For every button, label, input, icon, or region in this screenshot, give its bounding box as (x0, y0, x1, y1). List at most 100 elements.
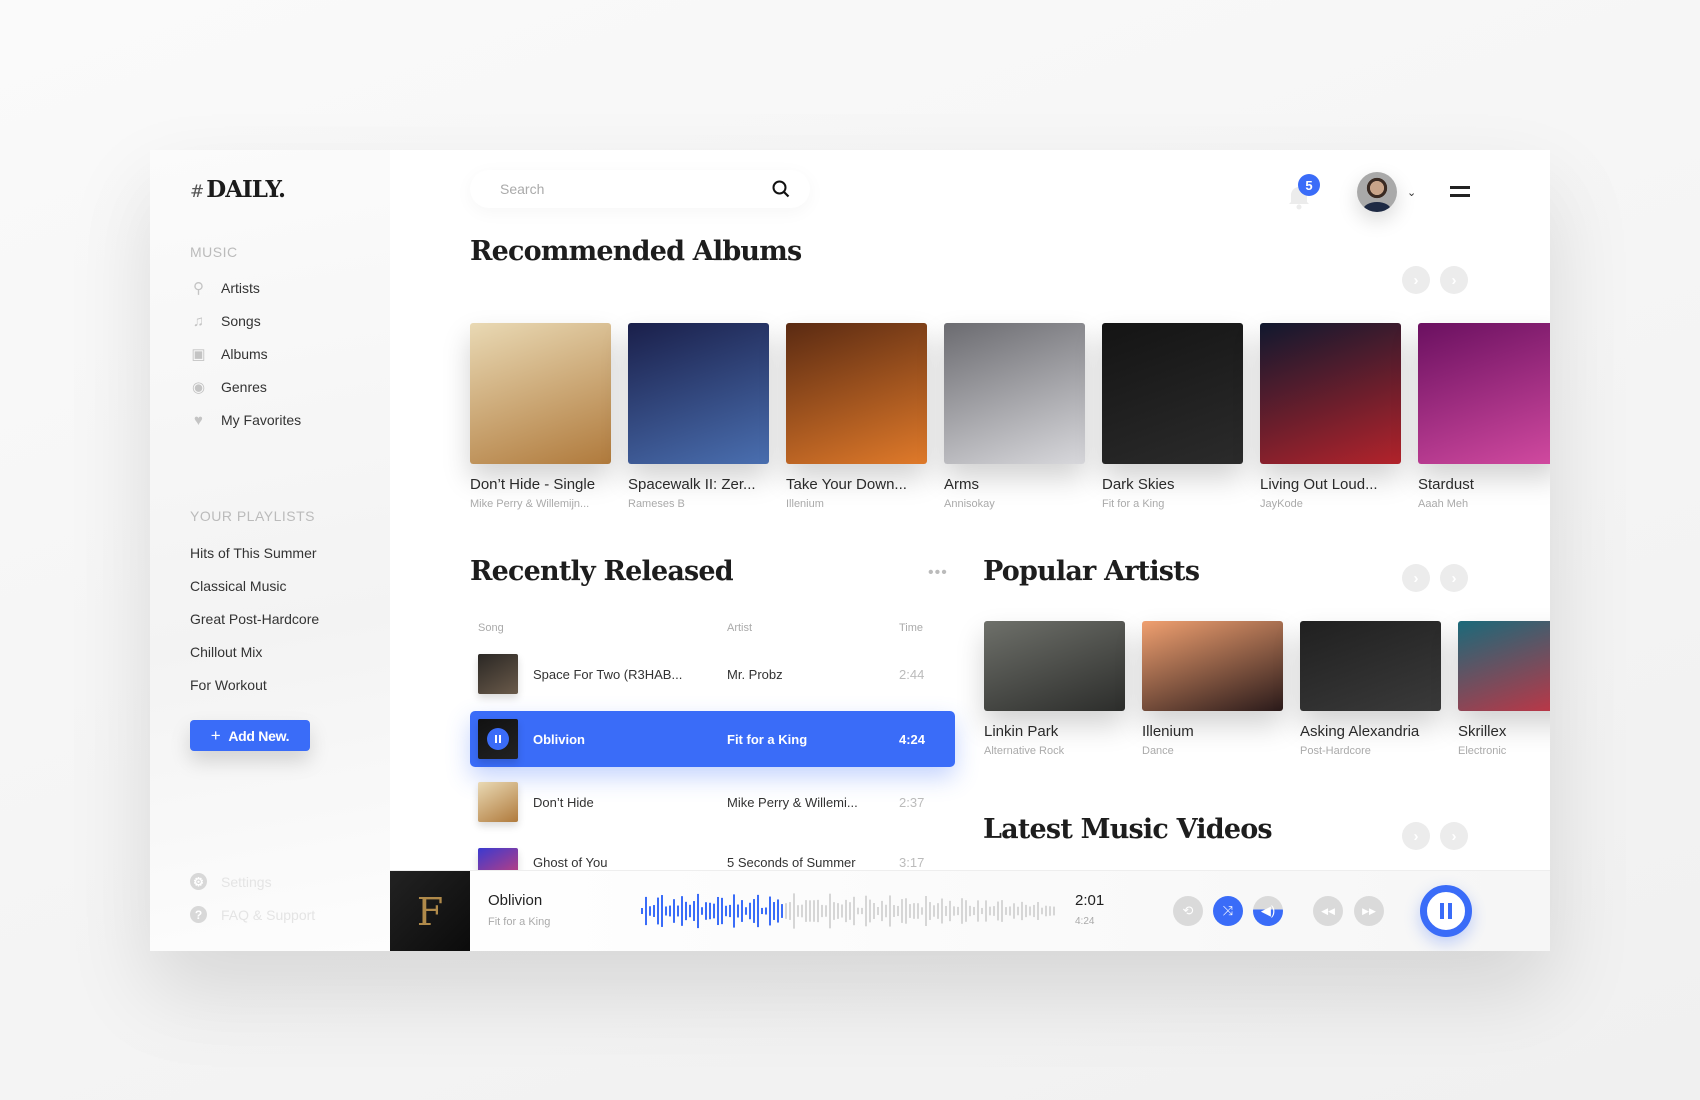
waveform-bar (829, 893, 831, 929)
playlist-item[interactable]: Classical Music (190, 578, 286, 594)
song-row[interactable]: Ghost of You 5 Seconds of Summer 3:17 (470, 836, 955, 870)
waveform-bar (1013, 903, 1015, 919)
playlist-item[interactable]: For Workout (190, 677, 267, 693)
notifications-button[interactable]: 5 (1287, 174, 1320, 210)
waveform-bar (981, 907, 983, 915)
microphone-icon: ⚲ (193, 280, 204, 297)
album-artist: Rameses B (628, 498, 685, 510)
sidebar-item-genres[interactable]: ◉ Genres (190, 377, 267, 397)
settings-link[interactable]: ⚙ Settings (190, 873, 272, 890)
column-header-song[interactable]: Song (478, 622, 504, 634)
album-card[interactable]: Don’t Hide - Single Mike Perry & Willemij… (470, 323, 611, 510)
waveform-bar (781, 904, 783, 918)
fast-forward-icon: ▶▶ (1362, 905, 1376, 916)
user-menu[interactable]: ⌄ (1357, 172, 1427, 212)
next-arrow-button[interactable]: › (1440, 564, 1468, 592)
waveform-bar (973, 906, 975, 916)
album-title: Spacewalk II: Zer... (628, 476, 756, 493)
playlist-item[interactable]: Great Post-Hardcore (190, 611, 319, 627)
waveform-bar (821, 904, 823, 918)
column-header-time[interactable]: Time (899, 622, 923, 634)
waveform-bar (985, 900, 987, 922)
artist-card[interactable]: Linkin Park Alternative Rock (984, 621, 1125, 757)
artist-card[interactable]: Skrillex Electronic (1458, 621, 1550, 757)
playlist-item[interactable]: Chillout Mix (190, 644, 262, 660)
song-row[interactable]: Space For Two (R3HAB... Mr. Probz 2:44 (470, 646, 955, 702)
shuffle-icon: ⤨ (1222, 903, 1234, 918)
logo[interactable]: # DAILY. (190, 176, 286, 203)
waveform-bar (709, 902, 711, 920)
album-card[interactable]: Arms Annisokay (944, 323, 1085, 510)
waveform-seek-bar[interactable] (641, 889, 1055, 933)
search-icon[interactable] (772, 180, 790, 198)
waveform-bar (825, 905, 827, 917)
waveform-bar (933, 905, 935, 917)
waveform-bar (793, 893, 795, 929)
waveform-bar (649, 906, 651, 916)
song-row[interactable]: Oblivion Fit for a King 4:24 (470, 711, 955, 767)
playlist-item[interactable]: Hits of This Summer (190, 545, 317, 561)
artist-name: Skrillex (1458, 723, 1507, 740)
waveform-bar (785, 903, 787, 919)
avatar (1357, 172, 1397, 212)
album-card[interactable]: Stardust Aaah Meh (1418, 323, 1550, 510)
chevron-down-icon: ⌄ (1407, 186, 1417, 199)
search-input[interactable]: Search (470, 170, 810, 208)
waveform-bar (661, 895, 663, 927)
waveform-bar (721, 897, 723, 925)
volume-button[interactable]: ◀) (1253, 896, 1283, 926)
album-card[interactable]: Spacewalk II: Zer... Rameses B (628, 323, 769, 510)
song-row[interactable]: Don’t Hide Mike Perry & Willemi... 2:37 (470, 774, 955, 830)
album-title: Living Out Loud... (1260, 476, 1378, 493)
waveform-bar (965, 900, 967, 922)
waveform-bar (729, 904, 731, 918)
waveform-bar (701, 907, 703, 915)
sidebar-item-artists[interactable]: ⚲ Artists (190, 278, 260, 298)
more-options-icon[interactable]: ••• (928, 564, 948, 582)
song-time: 3:17 (899, 855, 925, 870)
album-cover (470, 323, 611, 464)
waveform-bar (717, 896, 719, 926)
album-artist: Aaah Meh (1418, 498, 1469, 510)
waveform-bar (653, 905, 655, 917)
song-thumbnail (478, 719, 518, 759)
album-card[interactable]: Living Out Loud... JayKode (1260, 323, 1401, 510)
column-header-artist[interactable]: Artist (727, 622, 752, 634)
fast-forward-button[interactable]: ▶▶ (1354, 896, 1384, 926)
album-card[interactable]: Take Your Down... Illenium (786, 323, 927, 510)
waveform-bar (897, 905, 899, 917)
waveform-bar (673, 899, 675, 923)
prev-arrow-button[interactable]: › (1402, 822, 1430, 850)
artist-card[interactable]: Illenium Dance (1142, 621, 1283, 757)
help-icon: ? (190, 906, 207, 923)
play-pause-button[interactable] (1420, 885, 1472, 937)
waveform-bar (1025, 904, 1027, 918)
waveform-bar (837, 903, 839, 919)
rewind-button[interactable]: ◀◀ (1313, 896, 1343, 926)
total-duration: 4:24 (1075, 916, 1095, 927)
now-playing-artist: Fit for a King (488, 916, 551, 928)
artist-card[interactable]: Asking Alexandria Post-Hardcore (1300, 621, 1441, 757)
waveform-bar (873, 902, 875, 920)
sidebar-item-favorites[interactable]: ♥ My Favorites (190, 410, 301, 430)
menu-icon[interactable] (1450, 186, 1470, 197)
sidebar-item-songs[interactable]: ♫ Songs (190, 311, 261, 331)
repeat-button[interactable]: ⟲ (1173, 896, 1203, 926)
album-card[interactable]: Dark Skies Fit for a King (1102, 323, 1243, 510)
song-artist: Fit for a King (727, 731, 808, 747)
faq-link[interactable]: ? FAQ & Support (190, 906, 315, 923)
pause-icon (1440, 903, 1452, 919)
waveform-bar (1045, 905, 1047, 917)
notification-badge: 5 (1298, 174, 1320, 196)
pause-icon[interactable] (487, 728, 509, 750)
prev-arrow-button[interactable]: › (1402, 564, 1430, 592)
next-arrow-button[interactable]: › (1440, 266, 1468, 294)
next-arrow-button[interactable]: › (1440, 822, 1468, 850)
shuffle-button[interactable]: ⤨ (1213, 896, 1243, 926)
add-new-button[interactable]: + Add New. (190, 720, 310, 751)
sidebar-item-albums[interactable]: ▣ Albums (190, 344, 267, 364)
waveform-bar (1037, 902, 1039, 920)
waveform-bar (1001, 900, 1003, 922)
prev-arrow-button[interactable]: › (1402, 266, 1430, 294)
album-icon: ▣ (191, 346, 206, 363)
